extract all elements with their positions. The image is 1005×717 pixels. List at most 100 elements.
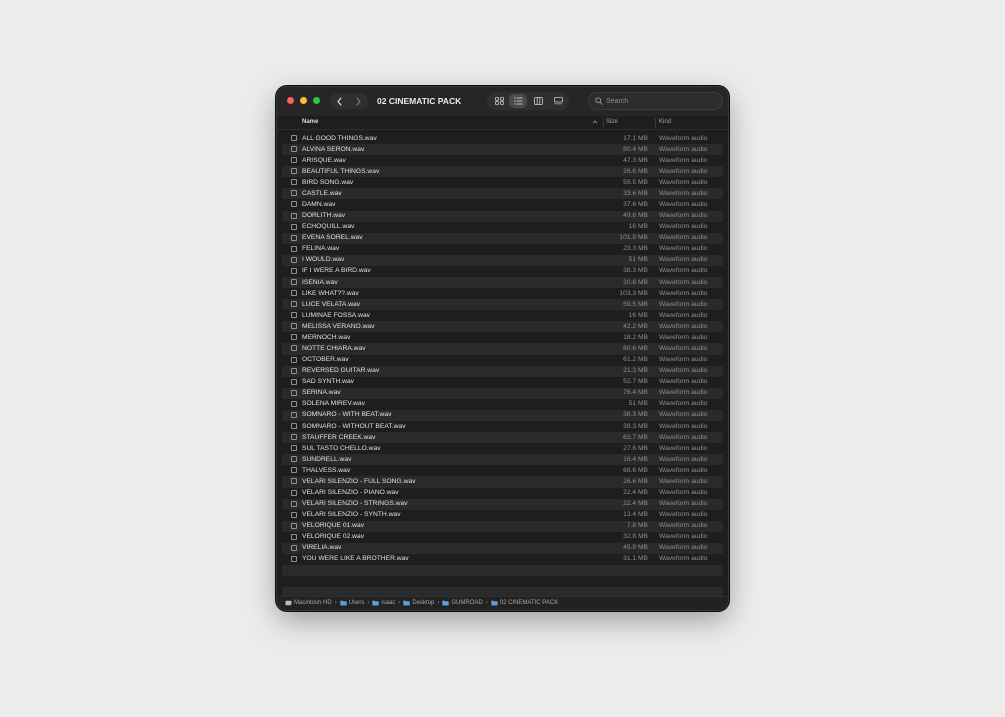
file-row[interactable]: REVERSED GUITAR.wav 21.3 MB Waveform audio [282,365,723,377]
file-row[interactable]: ISENIA.wav 20.8 MB Waveform audio [282,277,723,289]
file-row[interactable]: I WOULD.wav 51 MB Waveform audio [282,254,723,266]
file-row[interactable]: SOMNARO - WITHOUT BEAT.wav 38.3 MB Wavefor… [282,421,723,432]
file-row[interactable]: STAUFFER CREEK.wav 63.7 MB Waveform audio [282,432,723,444]
file-row[interactable]: BIRD SONG.wav 59.5 MB Waveform audio [282,177,723,188]
gallery-view-button[interactable] [549,94,567,108]
file-row[interactable]: VELARI SILENZIO - FULL SONG.wav 26.6 MB Wa… [282,476,723,488]
file-checkbox[interactable] [291,456,297,463]
file-checkbox[interactable] [291,367,297,374]
file-checkbox[interactable] [291,190,297,197]
file-checkbox[interactable] [291,378,297,385]
file-row[interactable]: ARISQUE.wav 47.3 MB Waveform audio [282,155,723,166]
file-checkbox[interactable] [291,511,297,518]
file-row[interactable]: BEAUTIFUL THINGS.wav 26.6 MB Waveform audi… [282,166,723,178]
file-checkbox[interactable] [291,157,297,164]
column-header-name[interactable]: Name [302,119,318,125]
breadcrumb-item[interactable]: Macintosh HD [285,600,332,606]
file-checkbox[interactable] [291,445,297,452]
file-row[interactable]: MELISSA VERANO.wav 42.2 MB Waveform audio [282,321,723,333]
file-row[interactable]: OCTOBER.wav 61.2 MB Waveform audio [282,355,723,366]
file-row[interactable]: DORLITH.wav 49.6 MB Waveform audio [282,210,723,222]
file-checkbox[interactable] [291,400,297,407]
breadcrumb-item[interactable]: Users [339,600,364,606]
file-checkbox[interactable] [291,345,297,352]
file-row[interactable]: SOLENA MIREV.wav 51 MB Waveform audio [282,399,723,410]
file-row[interactable]: DAMN.wav 37.6 MB Waveform audio [282,199,723,210]
file-checkbox[interactable] [291,301,297,308]
file-checkbox[interactable] [291,489,297,496]
file-checkbox[interactable] [291,544,297,551]
file-row[interactable]: VELORIQUE 01.wav 7.8 MB Waveform audio [282,520,723,532]
file-row[interactable]: ALL GOOD THINGS.wav 17.1 MB Waveform audio [282,133,723,144]
file-checkbox[interactable] [291,434,297,441]
file-checkbox[interactable] [291,146,297,153]
column-view-button[interactable] [529,94,547,108]
sort-ascending-icon[interactable] [592,119,598,125]
file-row[interactable]: LIKE WHAT??.wav 103.3 MB Waveform audio [282,288,723,299]
file-row[interactable]: FELINA.wav 23.3 MB Waveform audio [282,244,723,255]
file-checkbox[interactable] [291,533,297,540]
file-row[interactable]: VELARI SILENZIO - PIANO.wav 22.4 MB Wavefo… [282,488,723,499]
icon-view-button[interactable] [490,94,508,108]
file-row[interactable]: SUL TASTO CHELLO.wav 27.6 MB Waveform audi… [282,443,723,454]
file-checkbox[interactable] [291,411,297,418]
file-row[interactable]: LUMINAE FOSSA.wav 16 MB Waveform audio [282,310,723,321]
close-button[interactable] [287,97,294,104]
file-row[interactable]: YOU WERE LIKE A BROTHER.wav 31.1 MB Wavefo… [282,554,723,565]
back-button[interactable] [330,93,349,109]
file-checkbox[interactable] [291,279,297,286]
column-header-size[interactable]: Size [606,119,618,125]
minimize-button[interactable] [300,97,307,104]
file-row[interactable]: SAD SYNTH.wav 52.7 MB Waveform audio [282,377,723,388]
file-row[interactable]: MERNOCH.wav 18.2 MB Waveform audio [282,332,723,343]
list-view-button[interactable] [509,94,527,108]
file-checkbox[interactable] [291,478,297,485]
file-checkbox[interactable] [291,212,297,219]
file-checkbox[interactable] [291,234,297,241]
file-row[interactable]: ECHOQUILL.wav 16 MB Waveform audio [282,222,723,233]
file-row[interactable]: IF I WERE A BIRD.wav 38.3 MB Waveform audi… [282,266,723,277]
file-row[interactable]: THALVESS.wav 68.6 MB Waveform audio [282,465,723,476]
column-header-kind[interactable]: Kind [659,119,671,125]
file-checkbox[interactable] [291,555,297,562]
file-row[interactable]: VELARI SILENZIO - STRINGS.wav 22.4 MB Wave… [282,498,723,510]
search-field[interactable] [588,92,723,110]
file-row[interactable]: ALVINA SERON.wav 80.4 MB Waveform audio [282,144,723,156]
file-checkbox[interactable] [291,267,297,274]
file-checkbox[interactable] [291,312,297,319]
column-divider[interactable] [655,118,656,127]
file-row[interactable]: NOTTE CHIARA.wav 60.6 MB Waveform audio [282,343,723,355]
file-checkbox[interactable] [291,201,297,208]
file-checkbox[interactable] [291,168,297,175]
breadcrumb-item[interactable]: Desktop [403,600,434,606]
file-row[interactable]: VELORIQUE 02.wav 32.8 MB Waveform audio [282,532,723,543]
file-checkbox[interactable] [291,256,297,263]
file-row[interactable]: SOMNARO - WITH BEAT.wav 38.3 MB Waveform a… [282,409,723,422]
file-row[interactable]: VIRELIA.wav 45.9 MB Waveform audio [282,542,723,554]
file-checkbox[interactable] [291,467,297,474]
file-row[interactable]: CASTLE.wav 33.6 MB Waveform audio [282,188,723,200]
column-divider[interactable] [603,118,604,127]
file-checkbox[interactable] [291,135,297,141]
file-checkbox[interactable] [291,245,297,252]
search-input[interactable] [606,95,716,107]
file-checkbox[interactable] [291,179,297,186]
file-checkbox[interactable] [291,223,297,230]
forward-button[interactable] [349,93,368,109]
file-row[interactable]: LUCE VELATA.wav 59.5 MB Waveform audio [282,299,723,311]
breadcrumb-item[interactable]: 02 CINEMATIC PACK [491,600,558,606]
maximize-button[interactable] [313,97,320,104]
file-checkbox[interactable] [291,500,297,507]
file-row[interactable]: EVENA SOREL.wav 101.9 MB Waveform audio [282,232,723,244]
file-row[interactable]: SUNDRELL.wav 16.4 MB Waveform audio [282,454,723,466]
file-checkbox[interactable] [291,423,297,430]
file-checkbox[interactable] [291,389,297,396]
file-checkbox[interactable] [291,323,297,330]
file-checkbox[interactable] [291,334,297,341]
file-checkbox[interactable] [291,290,297,297]
breadcrumb-item[interactable]: GUMROAD [442,600,483,606]
file-row[interactable]: VELARI SILENZIO - SYNTH.wav 13.4 MB Wavefo… [282,510,723,521]
breadcrumb-item[interactable]: isaac [372,600,395,606]
file-checkbox[interactable] [291,522,297,529]
file-row[interactable]: SERINA.wav 76.4 MB Waveform audio [282,387,723,399]
